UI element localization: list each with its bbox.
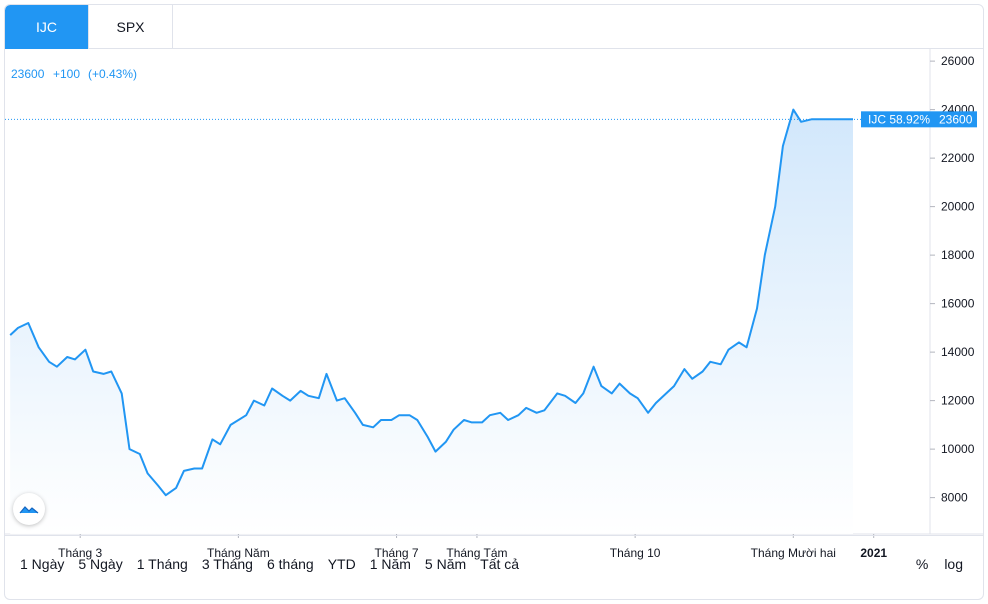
chart-widget: IJC SPX 8000 10000 12000 14000 16000 18000 200… [4, 4, 984, 600]
bottom-toolbar: 1 Ngày 5 Ngày 1 Tháng 3 Tháng 6 tháng YTD 1 Nă… [5, 535, 983, 599]
price-tag: IJC 58.92% 23600 [861, 111, 977, 128]
price-area [10, 109, 853, 534]
y-tick-label: 14000 [941, 345, 975, 359]
y-tick-label: 12000 [941, 394, 975, 408]
symbol-tabs: IJC SPX [5, 5, 983, 49]
header-change-pct: (+0.43%) [88, 67, 137, 81]
log-toggle[interactable]: log [936, 550, 971, 578]
tag-value-label: 23600 [939, 112, 973, 126]
tab-spx[interactable]: SPX [89, 5, 173, 49]
range-button[interactable]: 1 Năm [363, 550, 418, 578]
y-tick-label: 18000 [941, 248, 975, 262]
price-chart-svg: 8000 10000 12000 14000 16000 18000 20000 22000 2… [5, 49, 983, 560]
y-tick-label: 20000 [941, 200, 975, 214]
range-button[interactable]: 5 Ngày [71, 550, 129, 578]
y-tick-label: 22000 [941, 151, 975, 165]
range-button[interactable]: 5 Năm [418, 550, 473, 578]
chart-logo[interactable] [13, 493, 45, 525]
range-button[interactable]: 1 Tháng [130, 550, 195, 578]
price-chart[interactable]: 8000 10000 12000 14000 16000 18000 20000 22000 2… [5, 49, 983, 560]
percent-toggle[interactable]: % [908, 550, 936, 578]
tag-symbol-label: IJC 58.92% [868, 112, 930, 126]
tab-ijc[interactable]: IJC [5, 5, 89, 49]
y-tick-label: 10000 [941, 442, 975, 456]
range-selector: 1 Ngày 5 Ngày 1 Tháng 3 Tháng 6 tháng YTD 1 Nă… [13, 550, 526, 578]
logo-icon [19, 506, 39, 514]
range-button[interactable]: 1 Ngày [13, 550, 71, 578]
range-button[interactable]: Tất cả [473, 550, 526, 578]
y-tick-label: 8000 [941, 491, 968, 505]
range-button[interactable]: YTD [321, 550, 363, 578]
header-change: +100 [53, 67, 80, 81]
header-price: 23600 [11, 67, 45, 81]
range-button[interactable]: 6 tháng [260, 550, 321, 578]
y-tick-label: 16000 [941, 297, 975, 311]
range-button[interactable]: 3 Tháng [195, 550, 260, 578]
y-tick-label: 26000 [941, 54, 975, 68]
